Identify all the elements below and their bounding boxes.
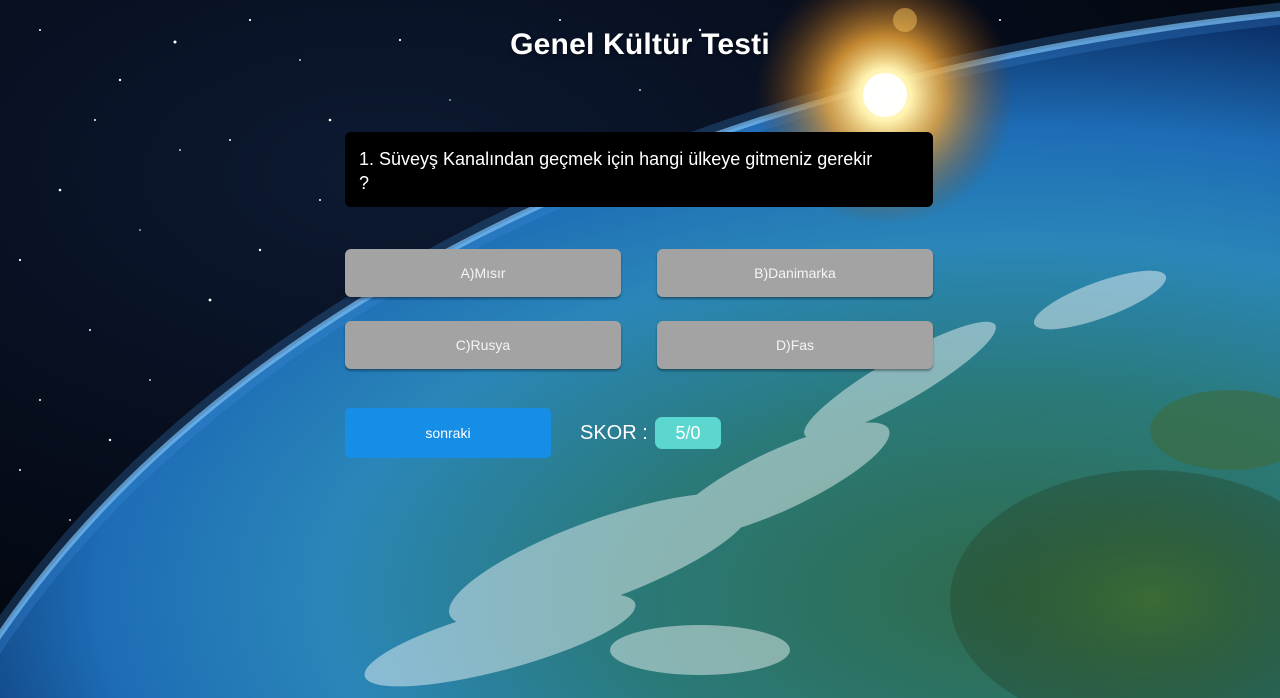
answer-a-button[interactable]: A)Mısır — [345, 249, 621, 297]
earth-space-background — [0, 0, 1280, 698]
answer-b-label: B)Danimarka — [754, 265, 836, 281]
answer-d-button[interactable]: D)Fas — [657, 321, 933, 369]
answer-a-label: A)Mısır — [460, 265, 506, 281]
question-text: 1. Süveyş Kanalından geçmek için hangi ü… — [359, 149, 873, 193]
score-value: 5/0 — [675, 422, 701, 443]
score-label: SKOR : — [580, 422, 648, 444]
question-box: 1. Süveyş Kanalından geçmek için hangi ü… — [345, 132, 933, 207]
answer-b-button[interactable]: B)Danimarka — [657, 249, 933, 297]
answer-c-button[interactable]: C)Rusya — [345, 321, 621, 369]
next-button[interactable]: sonraki — [345, 408, 551, 458]
answer-d-label: D)Fas — [775, 337, 815, 353]
page-title: Genel Kültür Testi — [510, 28, 770, 61]
answer-c-label: C)Rusya — [455, 337, 511, 353]
score-badge: 5/0 — [655, 417, 721, 449]
next-button-label: sonraki — [425, 425, 471, 441]
quiz-page: Genel Kültür Testi 1. Süveyş Kanalından … — [0, 0, 1280, 698]
